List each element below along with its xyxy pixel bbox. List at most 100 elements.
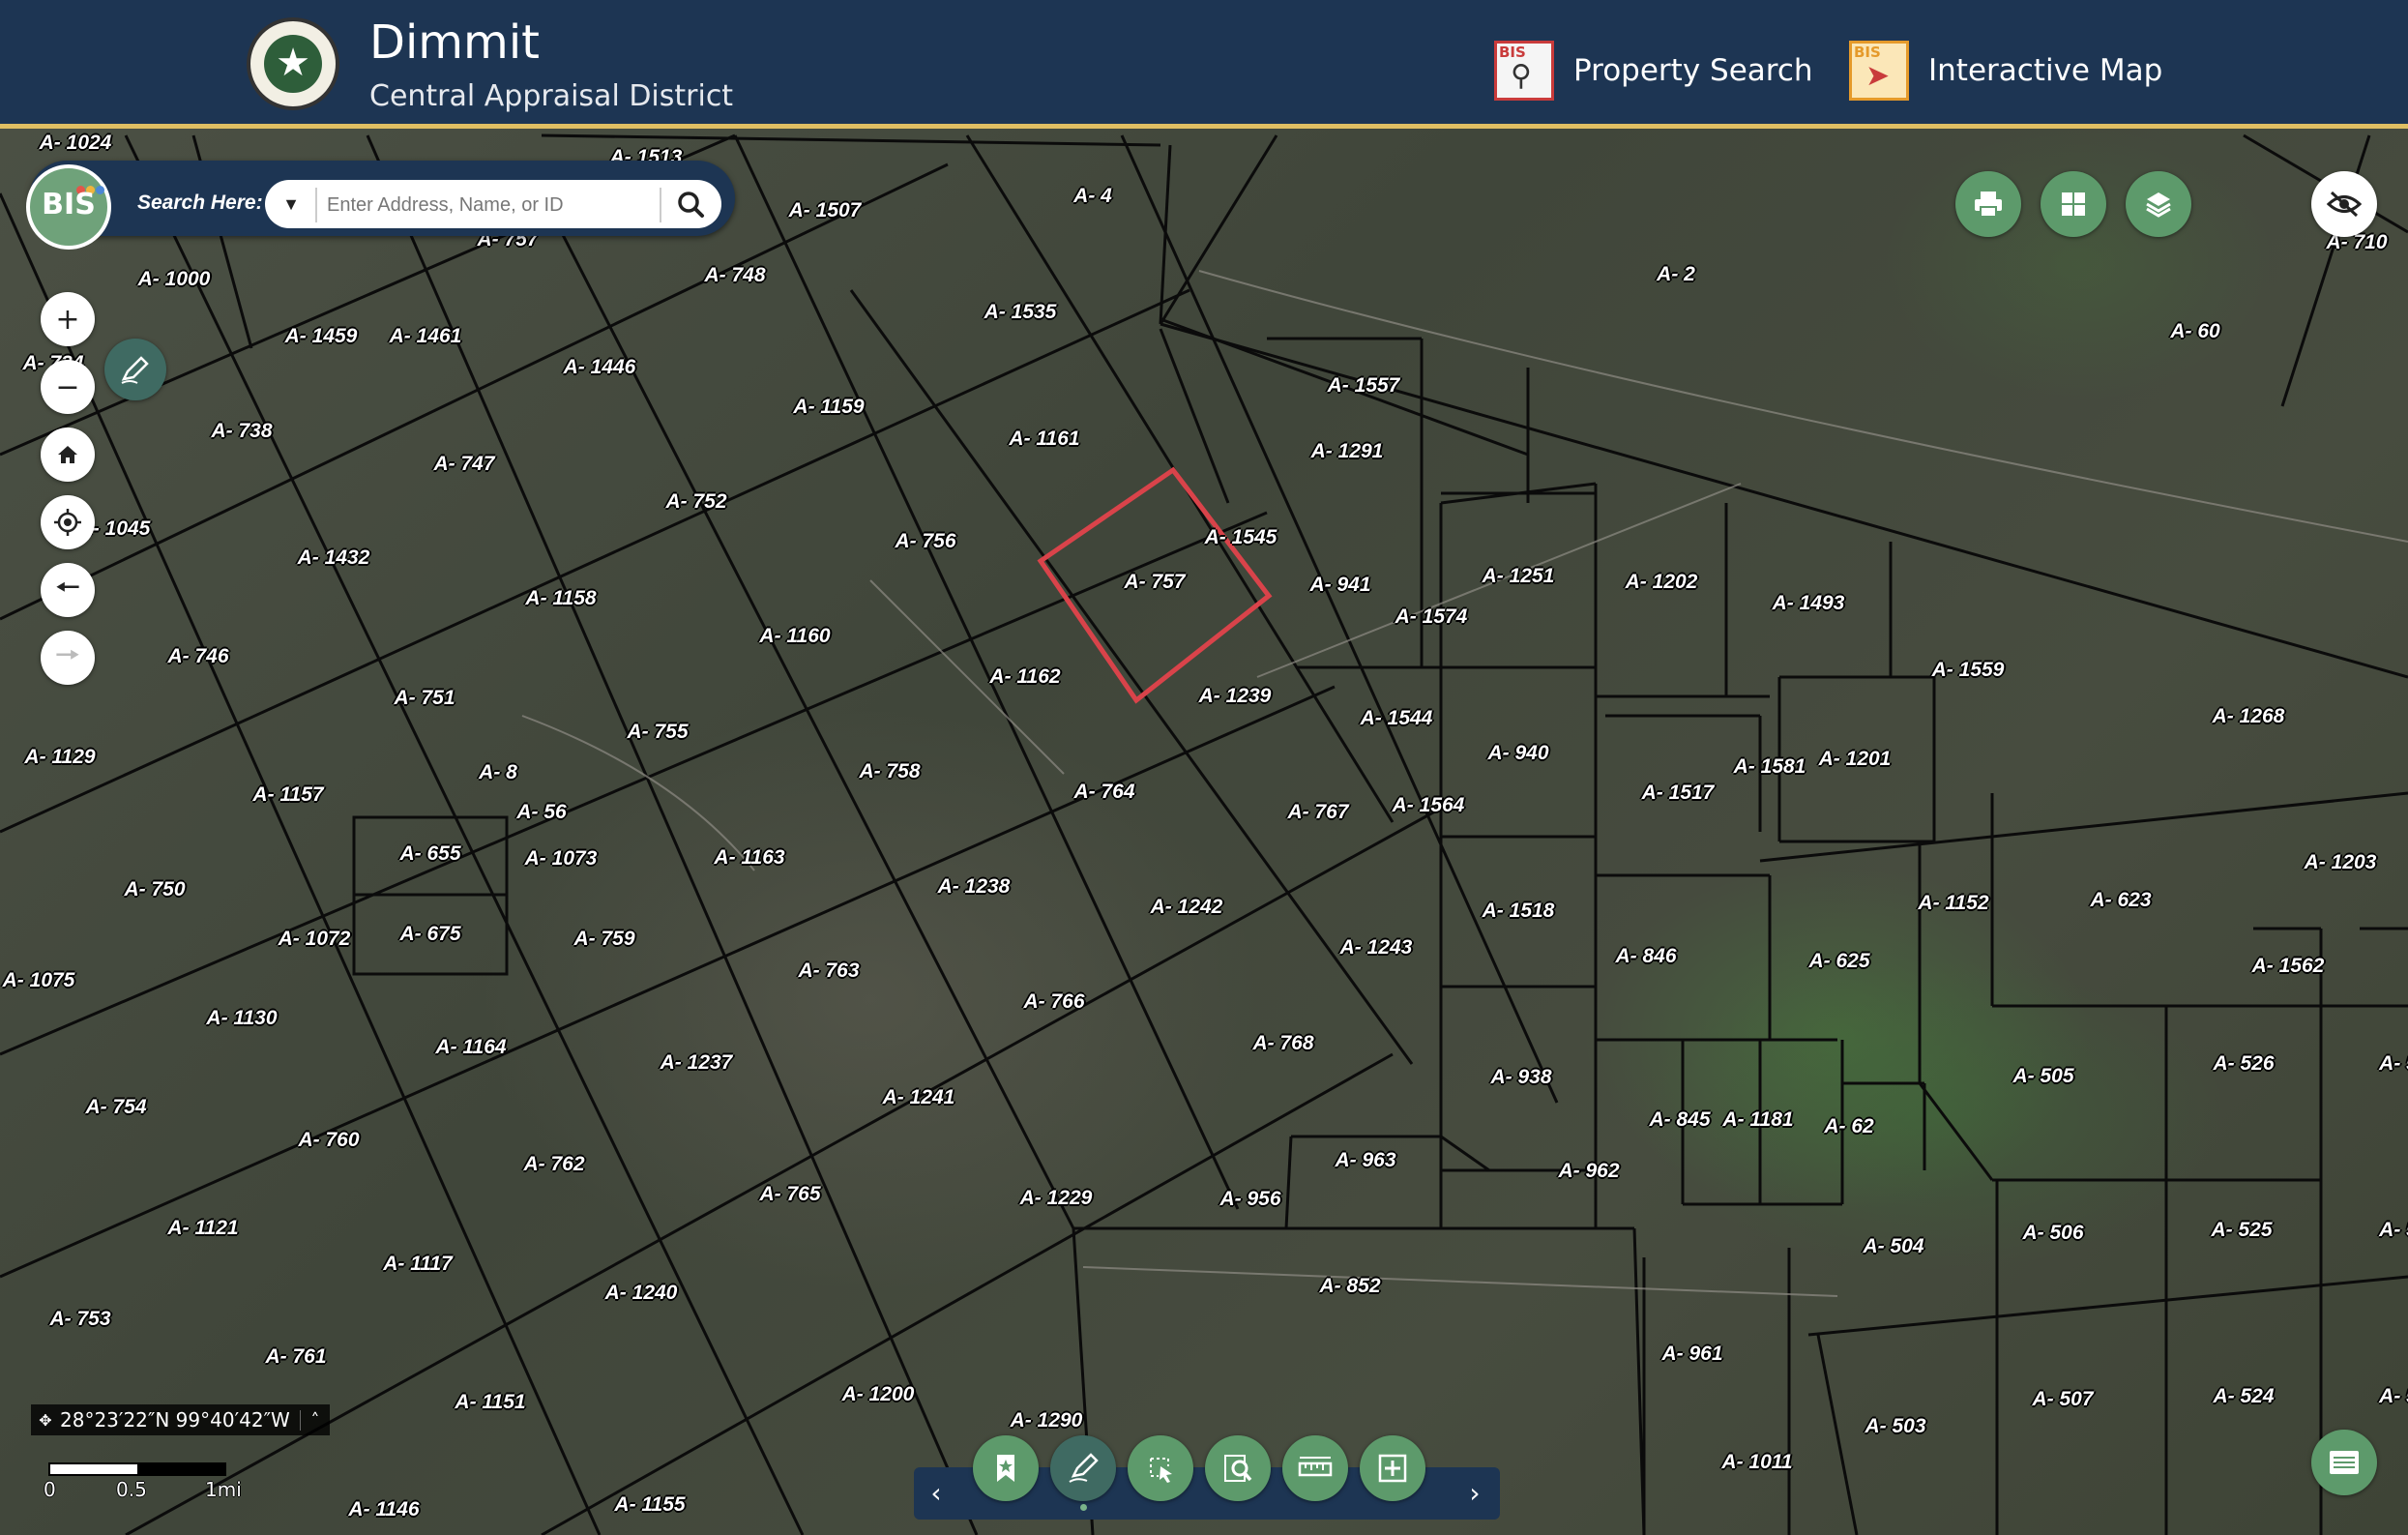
- parcel-label[interactable]: A- 1203: [2305, 851, 2377, 874]
- parcel-label[interactable]: A- 757: [1124, 571, 1185, 594]
- parcel-label[interactable]: A- 755: [627, 721, 688, 744]
- toggle-visibility-button[interactable]: [2311, 171, 2377, 237]
- parcel-label[interactable]: A- 961: [1661, 1343, 1722, 1366]
- parcel-label[interactable]: A- 675: [399, 923, 460, 946]
- parcel-label[interactable]: A- 524: [2213, 1385, 2274, 1408]
- toolbar-next-button[interactable]: ›: [1455, 1472, 1494, 1515]
- parcel-label[interactable]: A- 5: [2379, 1219, 2408, 1242]
- parcel-label[interactable]: A- 1268: [2213, 705, 2285, 728]
- parcel-label[interactable]: A- 1241: [883, 1086, 955, 1109]
- parcel-label[interactable]: A- 1162: [989, 665, 1060, 689]
- next-extent-button[interactable]: 🠖: [41, 631, 95, 685]
- parcel-label[interactable]: A- 1155: [614, 1493, 685, 1517]
- measure-button[interactable]: [1282, 1435, 1348, 1501]
- parcel-label[interactable]: A- 1146: [348, 1498, 419, 1521]
- layers-button[interactable]: [2126, 171, 2191, 237]
- parcel-label[interactable]: A- 1507: [789, 199, 862, 222]
- parcel-label[interactable]: A- 962: [1558, 1160, 1619, 1183]
- parcel-label[interactable]: A- 762: [523, 1153, 584, 1176]
- parcel-label[interactable]: A- 1517: [1642, 782, 1715, 805]
- parcel-label[interactable]: A- 1075: [3, 969, 75, 992]
- parcel-label[interactable]: A- 764: [1073, 781, 1134, 804]
- parcel-label[interactable]: A- 1239: [1199, 685, 1272, 708]
- parcel-label[interactable]: A- 1201: [1819, 748, 1892, 771]
- parcel-label[interactable]: A- 1545: [1205, 526, 1277, 549]
- parcel-label[interactable]: A- 760: [298, 1129, 359, 1152]
- parcel-label[interactable]: A- 56: [516, 801, 566, 824]
- identify-button[interactable]: [1205, 1435, 1271, 1501]
- basemap-gallery-button[interactable]: [2041, 171, 2106, 237]
- parcel-label[interactable]: A- 761: [265, 1345, 326, 1369]
- parcel-label[interactable]: A- 1229: [1020, 1187, 1093, 1210]
- parcel-label[interactable]: A- 1564: [1393, 794, 1465, 817]
- parcel-label[interactable]: A- 1243: [1340, 936, 1413, 959]
- parcel-label[interactable]: A- 4: [1073, 185, 1112, 208]
- parcel-label[interactable]: A- 1073: [525, 847, 598, 871]
- nav-interactive-map[interactable]: BIS ➤ Interactive Map: [1849, 39, 2162, 103]
- parcel-label[interactable]: A- 1432: [298, 546, 370, 570]
- parcel-label[interactable]: A- 1518: [1483, 900, 1555, 923]
- parcel-label[interactable]: A- 1163: [714, 846, 784, 870]
- search-button[interactable]: [667, 184, 716, 224]
- parcel-label[interactable]: A- 751: [394, 687, 455, 710]
- parcel-label[interactable]: A- 1251: [1483, 565, 1555, 588]
- bookmarks-button[interactable]: [973, 1435, 1039, 1501]
- bis-logo[interactable]: BIS: [26, 164, 111, 250]
- parcel-label[interactable]: A- 505: [2012, 1065, 2073, 1088]
- search-type-dropdown[interactable]: ▼: [269, 184, 313, 224]
- parcel-label[interactable]: A- 963: [1335, 1149, 1395, 1172]
- parcel-label[interactable]: A- 5: [2379, 1385, 2408, 1408]
- parcel-label[interactable]: A- 504: [1863, 1235, 1923, 1258]
- parcel-label[interactable]: A- 1024: [40, 132, 112, 155]
- sketch-button[interactable]: [104, 339, 166, 400]
- results-list-button[interactable]: [2311, 1430, 2377, 1495]
- parcel-label[interactable]: A- 1493: [1773, 592, 1845, 615]
- print-button[interactable]: [1955, 171, 2021, 237]
- parcel-label[interactable]: A- 1200: [842, 1383, 915, 1406]
- parcel-label[interactable]: A- 758: [859, 760, 920, 783]
- parcel-label[interactable]: A- 738: [211, 420, 272, 443]
- chevron-up-icon[interactable]: ˄: [299, 1409, 330, 1431]
- locate-button[interactable]: [41, 495, 95, 549]
- parcel-label[interactable]: A- 1129: [24, 746, 95, 769]
- parcel-label[interactable]: A- 1581: [1734, 755, 1806, 779]
- parcel-label[interactable]: A- 625: [1808, 950, 1869, 973]
- parcel-label[interactable]: A- 759: [573, 928, 634, 951]
- parcel-label[interactable]: A- 766: [1023, 990, 1084, 1014]
- search-input[interactable]: [325, 184, 658, 226]
- parcel-label[interactable]: A- 1159: [793, 396, 864, 419]
- parcel-label[interactable]: A- 763: [798, 959, 859, 983]
- parcel-label[interactable]: A- 756: [895, 530, 955, 553]
- parcel-label[interactable]: A- 1562: [2252, 955, 2325, 978]
- parcel-label[interactable]: A- 1072: [279, 928, 351, 951]
- parcel-label[interactable]: A- 1574: [1395, 605, 1468, 629]
- parcel-label[interactable]: A- 1291: [1311, 440, 1384, 463]
- parcel-label[interactable]: A- 846: [1615, 945, 1676, 968]
- parcel-label[interactable]: A- 1117: [383, 1253, 453, 1276]
- parcel-label[interactable]: A- 765: [759, 1183, 820, 1206]
- parcel-label[interactable]: A- 852: [1319, 1275, 1380, 1298]
- parcel-label[interactable]: A- 1158: [525, 587, 596, 610]
- nav-property-search[interactable]: BIS ⚲ Property Search: [1494, 39, 1813, 103]
- parcel-label[interactable]: A- 746: [167, 645, 228, 668]
- parcel-label[interactable]: A- 1446: [564, 356, 636, 379]
- parcel-label[interactable]: A- 1535: [984, 301, 1057, 324]
- parcel-label[interactable]: A- 1164: [435, 1036, 506, 1059]
- parcel-label[interactable]: A- 753: [49, 1308, 110, 1331]
- parcel-label[interactable]: A- 1459: [285, 325, 358, 348]
- parcel-label[interactable]: A- 1011: [1721, 1451, 1792, 1474]
- parcel-label[interactable]: A- 1557: [1328, 374, 1400, 398]
- parcel-label[interactable]: A- 1152: [1918, 892, 1988, 915]
- parcel-label[interactable]: A- 503: [1865, 1415, 1925, 1438]
- parcel-label[interactable]: A- 1000: [138, 268, 211, 291]
- parcel-label[interactable]: A- 1151: [455, 1391, 525, 1414]
- parcel-label[interactable]: A- 1242: [1151, 896, 1223, 919]
- parcel-label[interactable]: A- 2: [1657, 263, 1695, 286]
- parcel-label[interactable]: A- 506: [2022, 1222, 2083, 1245]
- parcel-label[interactable]: A- 526: [2213, 1052, 2274, 1076]
- parcel-label[interactable]: A- 747: [433, 453, 494, 476]
- parcel-label[interactable]: A- 1290: [1011, 1409, 1083, 1432]
- previous-extent-button[interactable]: 🠔: [41, 563, 95, 617]
- parcel-label[interactable]: A- 1544: [1361, 707, 1433, 730]
- parcel-label[interactable]: A- 1202: [1626, 571, 1698, 594]
